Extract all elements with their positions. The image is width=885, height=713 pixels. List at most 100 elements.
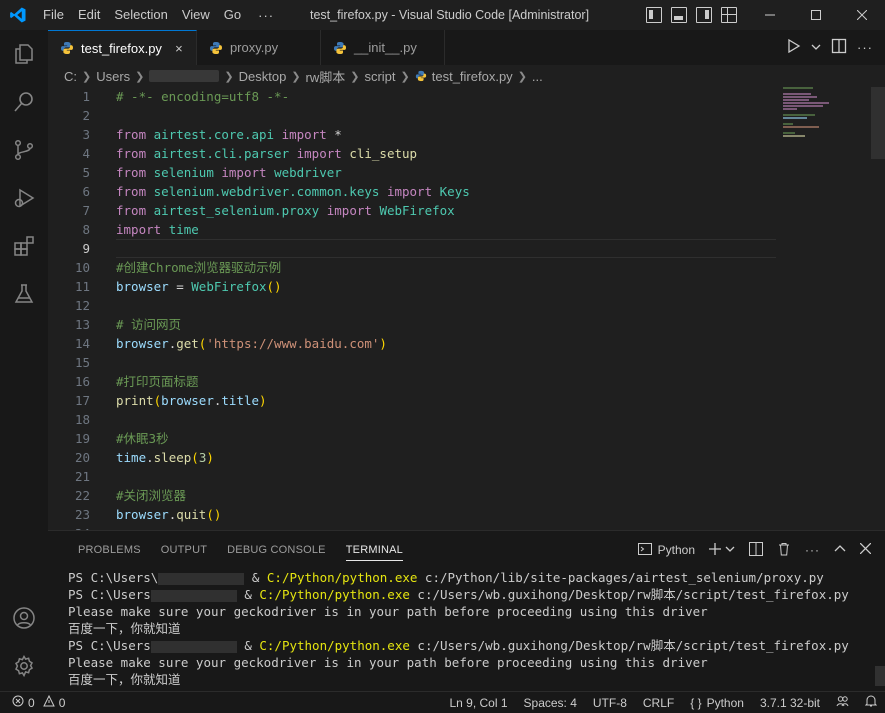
terminal-shell-selector[interactable]: Python — [637, 542, 695, 559]
chevron-right-icon: ❯ — [224, 70, 234, 83]
close-panel-icon[interactable] — [859, 542, 872, 557]
code-line[interactable]: browser = WebFirefox() — [116, 277, 776, 296]
code-editor[interactable]: 123456789101112131415161718192021222324 … — [48, 87, 885, 530]
code-line[interactable]: browser.quit() — [116, 505, 776, 524]
testing-flask-icon[interactable] — [0, 270, 48, 318]
tab-proxy[interactable]: proxy.py — [196, 30, 321, 65]
maximize-icon[interactable] — [793, 0, 839, 30]
feedback-icon[interactable] — [828, 692, 857, 713]
toggle-primary-sidebar-icon[interactable] — [646, 7, 662, 23]
problems-indicator[interactable]: 0 0 — [0, 694, 65, 710]
terminal-line: PS C:\Users & C:/Python/python.exe c:/Us… — [68, 586, 868, 603]
menu-go[interactable]: Go — [217, 0, 248, 30]
search-icon[interactable] — [0, 78, 48, 126]
code-line[interactable]: print(browser.title) — [116, 391, 776, 410]
code-line[interactable]: # 访问网页 — [116, 315, 776, 334]
code-line[interactable] — [116, 353, 776, 372]
menu-view[interactable]: View — [175, 0, 217, 30]
code-token: import — [274, 127, 335, 142]
code-line[interactable]: browser.get('https://www.baidu.com') — [116, 334, 776, 353]
toggle-secondary-sidebar-icon[interactable] — [696, 7, 712, 23]
end-of-line[interactable]: CRLF — [635, 692, 682, 713]
editor-scrollbar[interactable] — [871, 87, 885, 530]
breadcrumb-file[interactable]: test_firefox.py — [432, 69, 513, 84]
file-encoding[interactable]: UTF-8 — [585, 692, 635, 713]
breadcrumb-drive[interactable]: C: — [64, 69, 77, 84]
more-actions-icon[interactable]: ··· — [805, 543, 820, 557]
code-line[interactable] — [116, 239, 776, 258]
braces-icon: { } — [690, 696, 702, 710]
line-number: 3 — [82, 127, 90, 142]
terminal-text: 百度一下，你就知道 — [68, 621, 181, 636]
kill-terminal-trash-icon[interactable] — [777, 542, 791, 559]
menu-edit[interactable]: Edit — [71, 0, 107, 30]
toggle-panel-icon[interactable] — [671, 7, 687, 23]
code-line[interactable] — [116, 106, 776, 125]
source-control-icon[interactable] — [0, 126, 48, 174]
breadcrumb-users[interactable]: Users — [96, 69, 130, 84]
breadcrumb-script[interactable]: script — [364, 69, 395, 84]
scrollbar-thumb[interactable] — [871, 87, 885, 159]
code-line[interactable]: #创建Chrome浏览器驱动示例 — [116, 258, 776, 277]
tab-output[interactable]: OUTPUT — [151, 531, 217, 569]
run-debug-icon[interactable] — [0, 174, 48, 222]
tab-test-firefox[interactable]: test_firefox.py × — [48, 30, 197, 65]
code-line[interactable]: #打印页面标题 — [116, 372, 776, 391]
minimize-icon[interactable] — [747, 0, 793, 30]
terminal-scrollbar[interactable] — [875, 666, 885, 686]
customize-layout-icon[interactable] — [721, 7, 737, 23]
settings-gear-icon[interactable] — [0, 642, 48, 690]
code-line[interactable] — [116, 467, 776, 486]
code-line[interactable]: from selenium.webdriver.common.keys impo… — [116, 182, 776, 201]
code-line[interactable]: time.sleep(3) — [116, 448, 776, 467]
tab-terminal[interactable]: TERMINAL — [336, 531, 413, 569]
split-terminal-icon[interactable] — [749, 541, 763, 559]
cursor-position[interactable]: Ln 9, Col 1 — [441, 692, 515, 713]
breadcrumb-rw-folder[interactable]: rw脚本 — [306, 67, 346, 86]
breadcrumb-desktop[interactable]: Desktop — [239, 69, 287, 84]
more-actions-icon[interactable]: ··· — [857, 40, 873, 55]
code-line[interactable]: #休眠3秒 — [116, 429, 776, 448]
maximize-panel-chevron-up-icon[interactable] — [834, 543, 846, 558]
code-line[interactable] — [116, 410, 776, 429]
code-line[interactable]: # -*- encoding=utf8 -*- — [116, 87, 776, 106]
editor-actions: ··· — [787, 30, 885, 65]
shell-label: Python — [657, 543, 695, 557]
tab-debug-console[interactable]: DEBUG CONSOLE — [217, 531, 336, 569]
close-tab-icon[interactable]: × — [172, 41, 186, 56]
code-token: ( — [191, 450, 199, 465]
code-line[interactable]: from airtest_selenium.proxy import WebFi… — [116, 201, 776, 220]
breadcrumb-symbols[interactable]: ... — [532, 69, 543, 84]
code-token: browser — [161, 393, 214, 408]
extensions-icon[interactable] — [0, 222, 48, 270]
new-terminal-button[interactable] — [709, 542, 735, 558]
menu-more-button[interactable]: ··· — [248, 8, 284, 23]
code-line[interactable]: import time — [116, 220, 776, 239]
code-token: Keys — [439, 184, 470, 199]
indentation[interactable]: Spaces: 4 — [516, 692, 585, 713]
tab-init[interactable]: __init__.py — [320, 30, 445, 65]
split-editor-icon[interactable] — [831, 38, 847, 57]
code-token: quit — [176, 507, 207, 522]
code-line[interactable]: from selenium import webdriver — [116, 163, 776, 182]
close-window-icon[interactable] — [839, 0, 885, 30]
run-python-file-icon[interactable] — [787, 38, 801, 56]
minimap[interactable] — [783, 87, 843, 147]
run-dropdown-chevron-icon[interactable] — [811, 40, 821, 55]
menu-selection[interactable]: Selection — [107, 0, 174, 30]
notifications-bell-icon[interactable] — [857, 692, 885, 713]
language-mode[interactable]: { } Python — [682, 692, 752, 713]
code-line[interactable]: #关闭浏览器 — [116, 486, 776, 505]
explorer-icon[interactable] — [0, 30, 48, 78]
code-line[interactable]: from airtest.core.api import * — [116, 125, 776, 144]
tab-problems[interactable]: PROBLEMS — [68, 531, 151, 569]
code-token: # 访问网页 — [116, 317, 182, 332]
code-lines[interactable]: # -*- encoding=utf8 -*- from airtest.core… — [116, 87, 776, 530]
code-line[interactable]: from airtest.cli.parser import cli_setup — [116, 144, 776, 163]
menu-file[interactable]: File — [36, 0, 71, 30]
terminal-output[interactable]: PS C:\Users\ & C:/Python/python.exe c:/P… — [68, 569, 868, 688]
python-interpreter[interactable]: 3.7.1 32-bit — [752, 692, 828, 713]
plus-icon — [709, 542, 721, 558]
code-line[interactable] — [116, 296, 776, 315]
account-icon[interactable] — [0, 594, 48, 642]
